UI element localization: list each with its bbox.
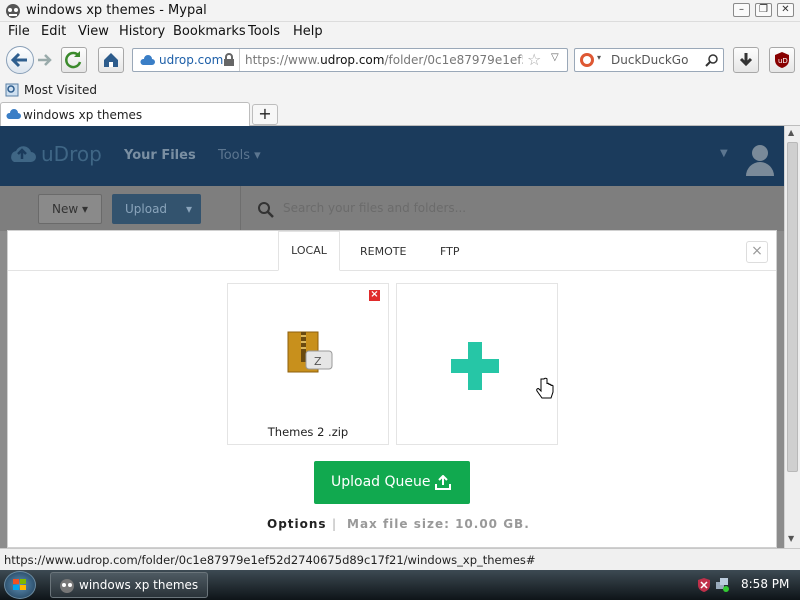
duckduckgo-icon[interactable]: [579, 52, 595, 68]
plus-icon: [451, 342, 499, 390]
title-bar: windows xp themes - Mypal – ❐ ✕: [0, 0, 800, 22]
menu-file[interactable]: File: [8, 24, 30, 39]
url-prefix: https://www.: [245, 53, 321, 67]
mypal-app-icon: [6, 4, 20, 18]
udrop-logo-text[interactable]: uDrop: [41, 142, 102, 166]
tab-favicon-cloud-icon: [6, 109, 21, 119]
site-cloud-icon: [140, 55, 155, 65]
zip-archive-icon: Z: [287, 331, 333, 373]
minimize-button[interactable]: –: [733, 3, 750, 17]
lock-icon: [224, 53, 234, 66]
tab-windows-xp-themes[interactable]: windows xp themes: [0, 102, 250, 127]
most-visited-bookmark[interactable]: Most Visited: [24, 83, 97, 97]
tab-local[interactable]: LOCAL: [278, 231, 340, 271]
file-tile: × Z Themes 2 .zip: [227, 283, 389, 445]
close-modal-button[interactable]: ×: [746, 241, 768, 263]
menu-bar: File Edit View History Bookmarks Tools H…: [0, 22, 800, 42]
reload-icon: [65, 51, 82, 69]
upload-modal: LOCAL REMOTE FTP × × Z Themes 2 .zip Upl…: [7, 230, 777, 548]
downloads-button[interactable]: [733, 47, 759, 73]
menu-help[interactable]: Help: [293, 24, 323, 39]
search-engine-placeholder: DuckDuckGo: [611, 53, 689, 67]
new-button-label: New: [51, 202, 79, 216]
bookmark-star-icon[interactable]: ☆: [527, 50, 541, 69]
tab-title: windows xp themes: [23, 108, 143, 122]
tray-network-icon[interactable]: [714, 577, 730, 593]
file-search-placeholder[interactable]: Search your files and folders...: [283, 201, 466, 215]
tools-menu[interactable]: Tools ▾: [218, 148, 261, 163]
forward-arrow-icon[interactable]: [36, 52, 54, 68]
search-bar[interactable]: ▾ DuckDuckGo: [574, 48, 724, 72]
scroll-up-icon[interactable]: ▲: [788, 128, 794, 137]
window-title: windows xp themes - Mypal: [26, 3, 207, 18]
user-avatar-icon[interactable]: [744, 142, 776, 176]
scroll-thumb[interactable]: [787, 142, 798, 472]
svg-text:uD: uD: [778, 57, 788, 65]
upload-queue-button[interactable]: Upload Queue: [314, 461, 470, 504]
menu-bookmarks[interactable]: Bookmarks: [173, 24, 246, 39]
ublock-button[interactable]: uD: [769, 47, 795, 73]
upload-button[interactable]: Upload ▾: [112, 194, 201, 224]
menu-tools[interactable]: Tools: [248, 24, 280, 39]
back-button[interactable]: [6, 46, 34, 74]
tray-shield-icon[interactable]: [697, 577, 711, 593]
tab-ftp[interactable]: FTP: [440, 245, 460, 258]
url-text[interactable]: https://www.udrop.com/folder/0c1e87979e1…: [245, 53, 523, 67]
remove-file-icon[interactable]: ×: [369, 290, 380, 301]
tab-remote[interactable]: REMOTE: [360, 245, 406, 258]
download-icon: [739, 53, 753, 67]
site-search-icon[interactable]: [257, 201, 275, 219]
page-content: uDrop Your Files Tools ▾ ▼ New ▾ Upload ▾…: [0, 126, 784, 548]
taskbar-task-mypal[interactable]: windows xp themes ...: [50, 572, 208, 600]
taskbar: windows xp themes ... 8:58 PM: [0, 570, 800, 600]
reload-button[interactable]: [61, 47, 87, 73]
page-scrollbar[interactable]: ▲ ▼: [784, 126, 800, 548]
new-tab-button[interactable]: +: [252, 104, 278, 125]
scroll-down-icon[interactable]: ▼: [788, 534, 794, 543]
home-button[interactable]: [98, 47, 124, 73]
options-link[interactable]: Options: [267, 517, 327, 531]
url-dropdown-icon[interactable]: ▽: [551, 52, 559, 63]
your-files-link[interactable]: Your Files: [124, 148, 196, 163]
new-button[interactable]: New ▾: [38, 194, 102, 224]
upload-button-label: Upload: [125, 202, 168, 216]
menu-history[interactable]: History: [119, 24, 165, 39]
start-button[interactable]: [4, 571, 36, 599]
status-url: https://www.udrop.com/folder/0c1e87979e1…: [4, 553, 536, 567]
home-icon: [104, 53, 118, 67]
most-visited-icon: [5, 83, 19, 97]
bookmarks-toolbar: Most Visited: [0, 80, 800, 102]
account-dropdown-icon[interactable]: ▼: [720, 148, 728, 159]
menu-view[interactable]: View: [78, 24, 109, 39]
options-separator: |: [332, 517, 337, 531]
hand-cursor-icon: [536, 377, 554, 399]
ublock-shield-icon: uD: [775, 52, 789, 68]
svg-text:Z: Z: [314, 355, 322, 368]
restore-button[interactable]: ❐: [755, 3, 772, 17]
url-path: /folder/0c1e87979e1ef52d27: [384, 53, 523, 67]
status-bar: https://www.udrop.com/folder/0c1e87979e1…: [0, 548, 800, 570]
taskbar-task-label: windows xp themes ...: [79, 578, 199, 600]
site-header: uDrop Your Files Tools ▾ ▼: [0, 126, 784, 186]
site-identity-label[interactable]: udrop.com: [159, 53, 223, 67]
back-arrow-icon: [10, 52, 27, 68]
file-name: Themes 2 .zip: [267, 425, 349, 439]
upload-tray-icon: [435, 475, 451, 490]
udrop-logo-cloud-icon: [11, 146, 36, 162]
file-toolbar: New ▾ Upload ▾ Search your files and fold…: [0, 186, 784, 231]
windows-logo-icon: [13, 579, 26, 590]
add-file-tile[interactable]: [396, 283, 558, 445]
tools-label: Tools: [218, 148, 251, 163]
search-icon[interactable]: [705, 53, 719, 67]
tray-clock: 8:58 PM: [741, 577, 790, 591]
upload-queue-label: Upload Queue: [331, 474, 431, 490]
url-bar[interactable]: udrop.com https://www.udrop.com/folder/0…: [132, 48, 568, 72]
mypal-task-icon: [60, 579, 74, 593]
max-file-size-text: Max file size: 10.00 GB.: [347, 517, 530, 531]
menu-edit[interactable]: Edit: [41, 24, 66, 39]
url-domain: udrop.com: [320, 53, 385, 67]
close-window-button[interactable]: ✕: [777, 3, 794, 17]
